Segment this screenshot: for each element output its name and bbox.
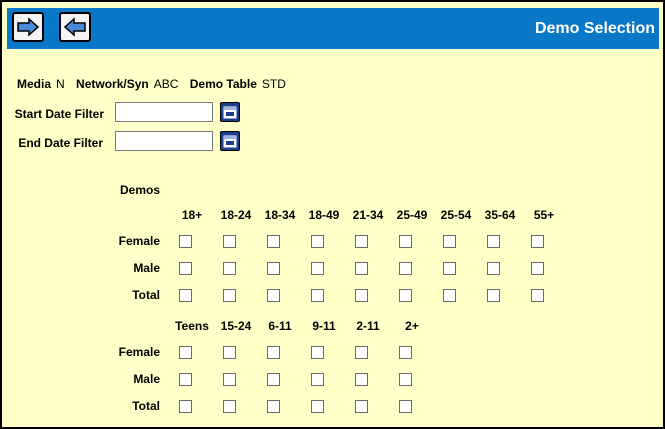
checkbox-male-25-54[interactable]: [443, 262, 456, 275]
checkbox-total-25-54[interactable]: [443, 289, 456, 302]
column-header-teen: 9-11: [312, 319, 336, 333]
column-header-adult: 18-34: [264, 208, 296, 222]
checkbox-female-25-54[interactable]: [443, 235, 456, 248]
back-button[interactable]: [59, 12, 91, 42]
start-date-label: Start Date Filter: [14, 107, 104, 121]
checkbox-male-6-11[interactable]: [267, 373, 280, 386]
checkbox-male-18-24[interactable]: [223, 262, 236, 275]
checkbox-female-teens[interactable]: [179, 346, 192, 359]
media-value: N: [56, 77, 65, 91]
column-header-adult: 25-54: [440, 208, 472, 222]
checkbox-female-55+[interactable]: [531, 235, 544, 248]
column-header-teen: Teens: [175, 319, 209, 333]
checkbox-total-35-64[interactable]: [487, 289, 500, 302]
header-bar: Demo Selection: [7, 8, 659, 49]
column-header-teen: 6-11: [268, 319, 292, 333]
column-header-adult: 25-49: [396, 208, 428, 222]
demos-section-title: Demos: [120, 183, 161, 197]
selection-info: Media N Network/Syn ABC Demo Table STD: [17, 77, 294, 91]
network-value: ABC: [153, 77, 179, 91]
checkbox-total-18-24[interactable]: [223, 289, 236, 302]
media-label: Media: [17, 77, 52, 91]
checkbox-female-2-11[interactable]: [355, 346, 368, 359]
row-label-teen-male: Male: [133, 372, 160, 386]
checkbox-female-18-34[interactable]: [267, 235, 280, 248]
checkbox-total-teens[interactable]: [179, 400, 192, 413]
checkbox-total-2-11[interactable]: [355, 400, 368, 413]
start-date-calendar-button[interactable]: [220, 102, 240, 122]
network-label: Network/Syn: [76, 77, 149, 91]
column-header-teen: 2-11: [356, 319, 380, 333]
column-header-adult: 18-24: [220, 208, 252, 222]
demo-selection-panel: Demo Selection Media N Network/Syn ABC Dem…: [0, 0, 665, 429]
column-header-adult: 18+: [181, 208, 203, 222]
column-header-adult: 18-49: [308, 208, 340, 222]
checkbox-male-18-49[interactable]: [311, 262, 324, 275]
start-date-input[interactable]: [115, 102, 213, 122]
checkbox-female-18+[interactable]: [179, 235, 192, 248]
checkbox-female-18-49[interactable]: [311, 235, 324, 248]
checkbox-female-15-24[interactable]: [223, 346, 236, 359]
row-label-adult-female: Female: [118, 234, 160, 248]
checkbox-female-6-11[interactable]: [267, 346, 280, 359]
checkbox-male-18+[interactable]: [179, 262, 192, 275]
calendar-icon: [223, 135, 237, 148]
page-title: Demo Selection: [534, 20, 655, 37]
checkbox-total-18-34[interactable]: [267, 289, 280, 302]
arrow-right-icon: [17, 17, 40, 37]
row-label-adult-total: Total: [132, 288, 160, 302]
column-header-adult: 21-34: [352, 208, 384, 222]
demo-table-value: STD: [261, 77, 286, 91]
checkbox-total-18+[interactable]: [179, 289, 192, 302]
calendar-icon: [223, 106, 237, 119]
checkbox-female-35-64[interactable]: [487, 235, 500, 248]
checkbox-total-2+[interactable]: [399, 400, 412, 413]
checkbox-total-18-49[interactable]: [311, 289, 324, 302]
checkbox-male-2-11[interactable]: [355, 373, 368, 386]
checkbox-male-9-11[interactable]: [311, 373, 324, 386]
checkbox-female-9-11[interactable]: [311, 346, 324, 359]
checkbox-male-55+[interactable]: [531, 262, 544, 275]
checkbox-male-18-34[interactable]: [267, 262, 280, 275]
end-date-input[interactable]: [115, 131, 213, 151]
checkbox-total-9-11[interactable]: [311, 400, 324, 413]
checkbox-total-25-49[interactable]: [399, 289, 412, 302]
arrow-left-icon: [63, 17, 86, 37]
checkbox-total-21-34[interactable]: [355, 289, 368, 302]
column-header-teen: 2+: [405, 319, 419, 333]
checkbox-female-18-24[interactable]: [223, 235, 236, 248]
checkbox-male-25-49[interactable]: [399, 262, 412, 275]
checkbox-female-2+[interactable]: [399, 346, 412, 359]
checkbox-male-21-34[interactable]: [355, 262, 368, 275]
demo-table-label: Demo Table: [189, 77, 257, 91]
column-header-adult: 35-64: [484, 208, 516, 222]
row-label-teen-total: Total: [132, 399, 160, 413]
row-label-teen-female: Female: [118, 345, 160, 359]
checkbox-total-15-24[interactable]: [223, 400, 236, 413]
end-date-label: End Date Filter: [18, 136, 103, 150]
column-header-adult: 55+: [533, 208, 555, 222]
checkbox-female-21-34[interactable]: [355, 235, 368, 248]
checkbox-total-55+[interactable]: [531, 289, 544, 302]
checkbox-male-35-64[interactable]: [487, 262, 500, 275]
checkbox-male-2+[interactable]: [399, 373, 412, 386]
row-label-adult-male: Male: [133, 261, 160, 275]
end-date-calendar-button[interactable]: [220, 131, 240, 151]
checkbox-female-25-49[interactable]: [399, 235, 412, 248]
column-header-teen: 15-24: [220, 319, 252, 333]
checkbox-total-6-11[interactable]: [267, 400, 280, 413]
forward-button[interactable]: [12, 12, 44, 42]
checkbox-male-teens[interactable]: [179, 373, 192, 386]
checkbox-male-15-24[interactable]: [223, 373, 236, 386]
